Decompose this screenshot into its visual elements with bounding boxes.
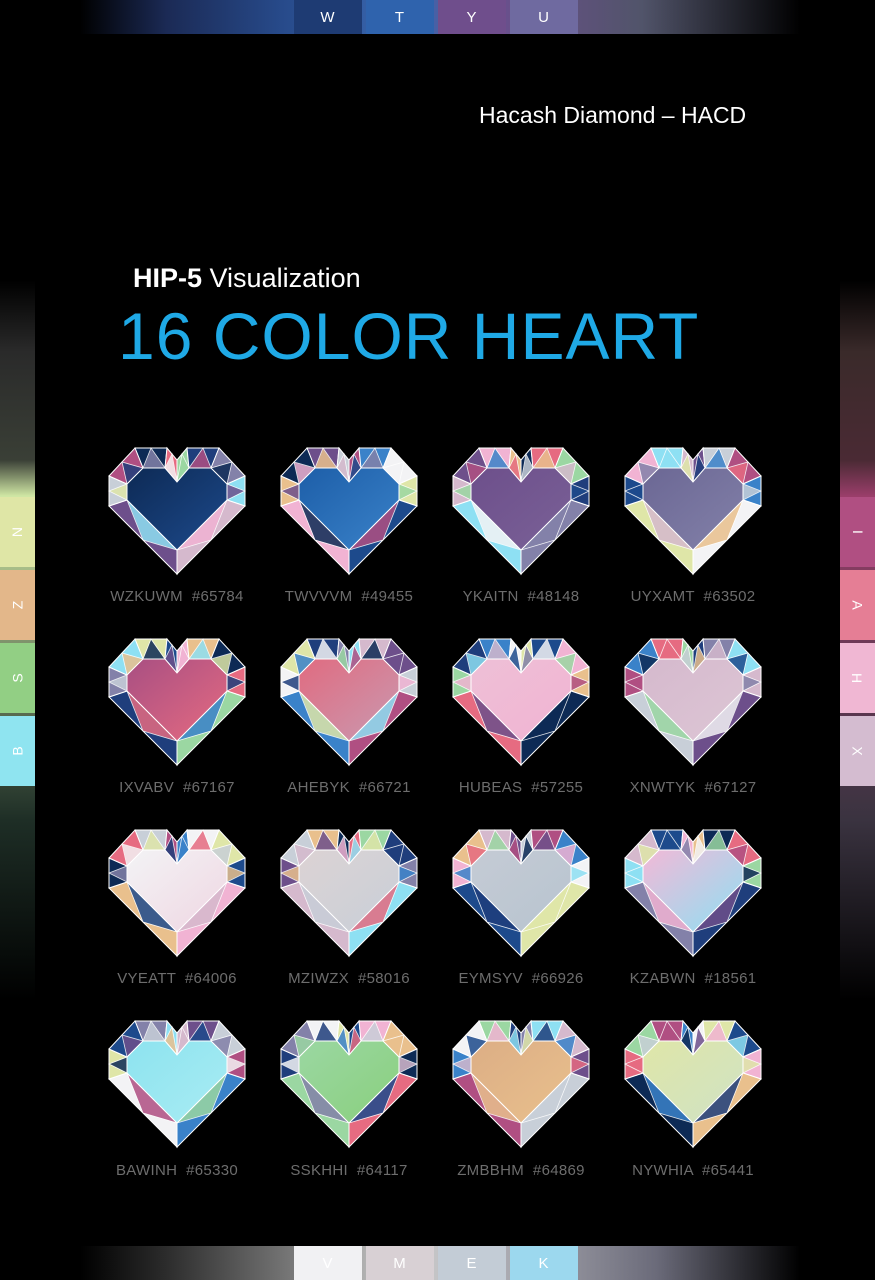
subtitle-rest: Visualization [202, 263, 361, 293]
right-letter-a: A [840, 570, 875, 640]
letter-glyph: Y [466, 8, 478, 26]
left-letter-s: S [0, 643, 35, 713]
heart-sskhhi [279, 1019, 419, 1149]
heart-label: UYXAMT #63502 [630, 588, 756, 605]
heart-wzkuwm [107, 446, 247, 576]
bottom-letter-m: M [366, 1246, 434, 1280]
heart-twvvvm [279, 446, 419, 576]
heart-eymsyv [451, 828, 591, 958]
letter-glyph: X [849, 746, 866, 756]
left-letter-n: N [0, 497, 35, 567]
top-letter-u: U [510, 0, 578, 34]
top-letter-w: W [294, 0, 362, 34]
heart-label: IXVABV #67167 [119, 779, 235, 796]
heart-ixvabv [107, 637, 247, 767]
right-letter-h: H [840, 643, 875, 713]
letter-glyph: I [849, 530, 866, 534]
right-color-bar [840, 280, 875, 1000]
right-letter-x: X [840, 716, 875, 786]
left-letter-z: Z [0, 570, 35, 640]
letter-glyph: E [466, 1254, 478, 1272]
heart-label: MZIWZX #58016 [288, 970, 410, 987]
left-color-bar [0, 280, 35, 1000]
heart-label: SSKHHI #64117 [290, 1162, 408, 1179]
heart-ykaitn [451, 446, 591, 576]
heart-nywhia [623, 1019, 763, 1149]
top-letter-y: Y [438, 0, 506, 34]
left-letter-b: B [0, 716, 35, 786]
bottom-letter-v: V [294, 1246, 362, 1280]
letter-glyph: Z [9, 600, 26, 610]
subtitle-bold: HIP-5 [133, 263, 203, 293]
heart-vyeatt [107, 828, 247, 958]
letter-glyph: T [394, 8, 406, 26]
heart-label: HUBEAS #57255 [458, 779, 584, 796]
heart-kzabwn [623, 828, 763, 958]
top-letter-t: T [366, 0, 434, 34]
letter-glyph: U [538, 8, 550, 26]
letter-glyph: N [9, 526, 26, 538]
letter-glyph: K [538, 1254, 550, 1272]
heart-label: NYWHIA #65441 [632, 1162, 754, 1179]
subtitle: HIP-5 Visualization [133, 263, 361, 294]
heart-label: TWVVVM #49455 [284, 588, 414, 605]
heart-mziwzx [279, 828, 419, 958]
heart-label: KZABWN #18561 [629, 970, 757, 987]
letter-glyph: A [849, 600, 866, 610]
heart-hubeas [451, 637, 591, 767]
letter-glyph: B [9, 746, 26, 756]
letter-glyph: W [320, 8, 336, 26]
heart-label: BAWINH #65330 [115, 1162, 239, 1179]
letter-glyph: H [849, 672, 866, 684]
heart-label: ZMBBHM #64869 [457, 1162, 585, 1179]
heart-label: YKAITN #48148 [462, 588, 580, 605]
heart-label: WZKUWM #65784 [110, 588, 244, 605]
heart-label: VYEATT #64006 [117, 970, 237, 987]
letter-glyph: M [393, 1254, 407, 1272]
heart-zmbbhm [451, 1019, 591, 1149]
heart-label: AHEBYK #66721 [287, 779, 411, 796]
heart-uyxamt [623, 446, 763, 576]
right-letter-i: I [840, 497, 875, 567]
heart-label: EYMSYV #66926 [458, 970, 584, 987]
letter-glyph: V [322, 1254, 334, 1272]
heart-xnwtyk [623, 637, 763, 767]
heart-ahebyk [279, 637, 419, 767]
letter-glyph: S [9, 673, 26, 683]
bottom-letter-e: E [438, 1246, 506, 1280]
bottom-letter-k: K [510, 1246, 578, 1280]
heart-bawinh [107, 1019, 247, 1149]
brand-label: Hacash Diamond – HACD [479, 102, 747, 128]
page-title: 16 COLOR HEART [118, 299, 700, 373]
heart-label: XNWTYK #67127 [629, 779, 757, 796]
